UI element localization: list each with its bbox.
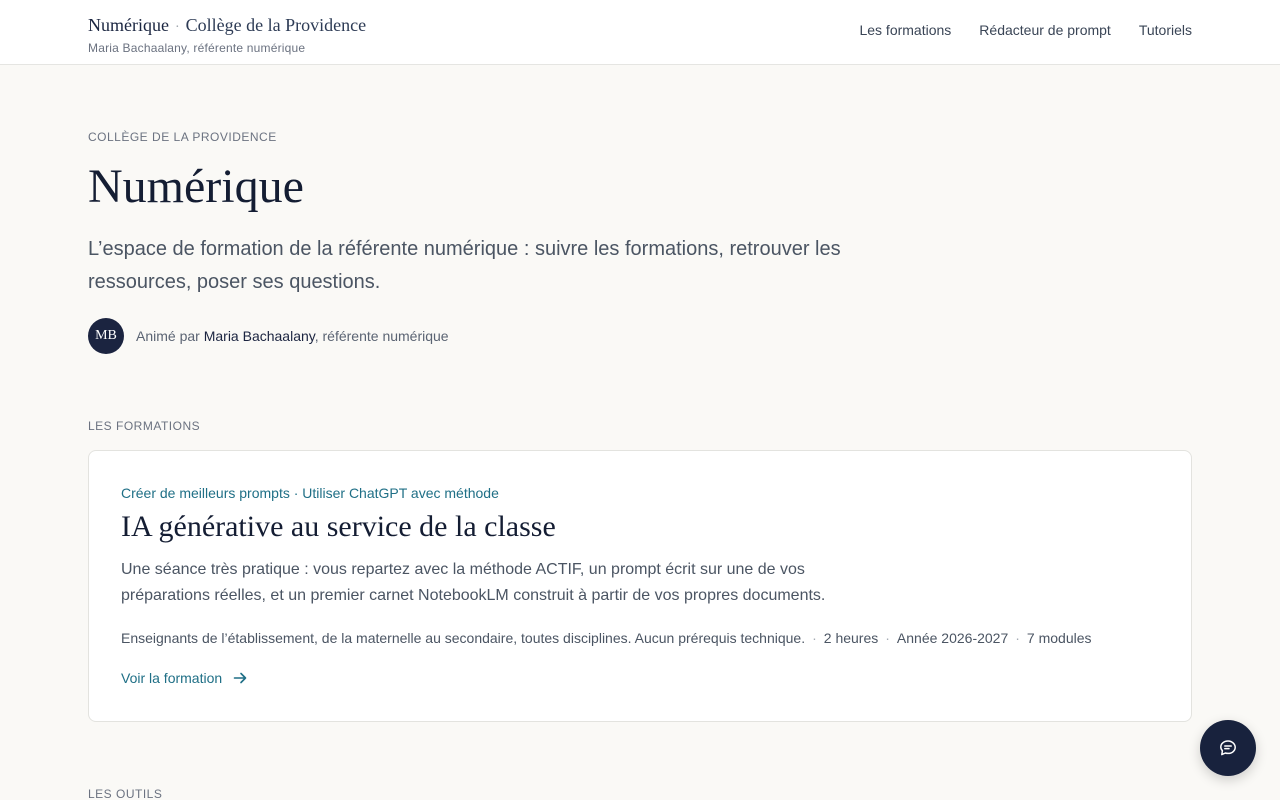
brand-name: Numérique — [88, 15, 169, 35]
author-suffix: , référente numérique — [314, 328, 449, 344]
author-text: Animé par Maria Bachaalany, référente nu… — [136, 328, 449, 344]
brand-title: Numérique · Collège de la Providence — [88, 14, 366, 39]
chat-bubble-icon — [1220, 740, 1236, 756]
view-formation-label: Voir la formation — [121, 670, 223, 686]
card-description: Une séance très pratique : vous repartez… — [121, 561, 826, 604]
brand-school: Collège de la Providence — [185, 15, 367, 35]
author-name: Maria Bachaalany — [203, 328, 315, 344]
main-nav: Les formations Rédacteur de prompt Tutor… — [859, 22, 1192, 38]
meta-year: Année 2026-2027 — [896, 630, 1009, 646]
top-bar: Numérique · Collège de la Providence Maria… — [0, 0, 1280, 65]
brand[interactable]: Numérique · Collège de la Providence Maria… — [88, 14, 366, 55]
brand-separator: · — [174, 20, 180, 35]
formation-card[interactable]: Créer de meilleurs prompts · Utiliser Ch… — [88, 450, 1192, 722]
section-label-tools: Les outils — [88, 787, 163, 800]
card-meta: Enseignants de l’établissement, de la ma… — [121, 630, 1092, 646]
meta-audience: Enseignants de l’établissement, de la ma… — [121, 630, 806, 646]
view-formation-link[interactable]: Voir la formation — [121, 670, 248, 686]
meta-duration: 2 heures — [823, 630, 879, 646]
section-label-formations: Les formations — [88, 419, 201, 433]
meta-separator: · — [885, 630, 890, 646]
author-prefix: Animé par — [136, 328, 204, 344]
meta-modules: 7 modules — [1026, 630, 1092, 646]
meta-separator: · — [812, 630, 817, 646]
author-row: MB Animé par Maria Bachaalany, référente… — [88, 318, 449, 354]
chat-button[interactable] — [1200, 720, 1256, 776]
card-kicker: Créer de meilleurs prompts · Utiliser Ch… — [121, 485, 499, 501]
nav-link-tutorials[interactable]: Tutoriels — [1139, 22, 1192, 38]
nav-link-formations[interactable]: Les formations — [859, 22, 951, 38]
meta-separator: · — [1015, 630, 1020, 646]
arrow-right-icon — [233, 672, 247, 684]
page-title: Numérique — [88, 160, 304, 213]
brand-subtitle: Maria Bachaalany, référente numérique — [88, 41, 306, 55]
hero-eyebrow: Collège de la Providence — [88, 130, 277, 144]
hero-lead: L’espace de formation de la référente nu… — [88, 238, 841, 293]
avatar: MB — [88, 318, 124, 354]
card-title: IA générative au service de la classe — [121, 510, 556, 543]
nav-link-prompt-editor[interactable]: Rédacteur de prompt — [979, 22, 1111, 38]
